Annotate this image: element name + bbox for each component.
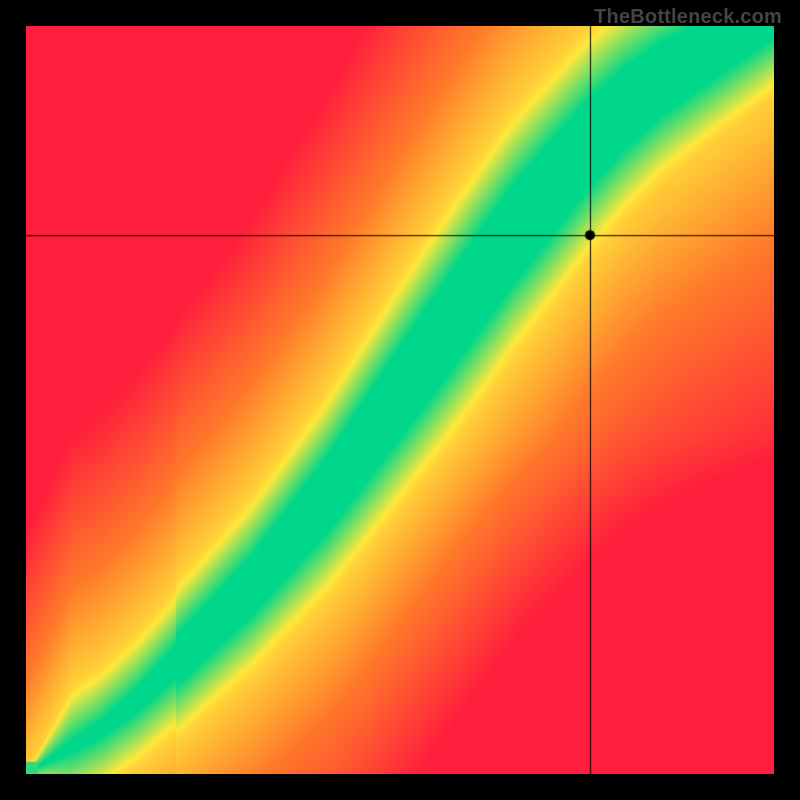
watermark-text: TheBottleneck.com [594, 6, 782, 29]
bottleneck-heatmap [26, 26, 774, 774]
